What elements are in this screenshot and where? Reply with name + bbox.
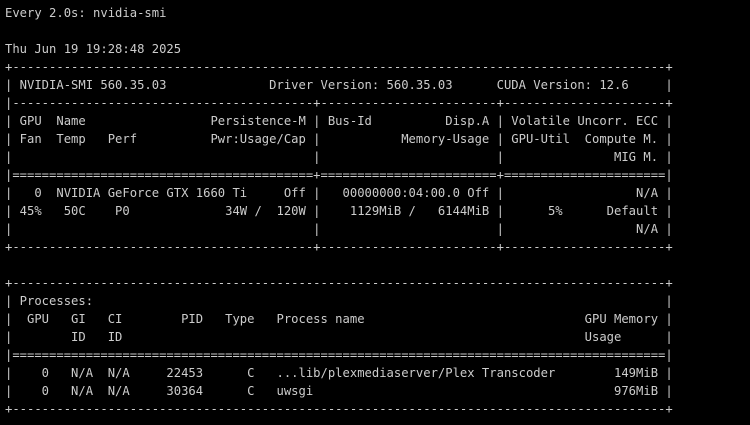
gpu-table-line: | 45% 50C P0 34W / 120W | 1129MiB / 6144…: [5, 204, 673, 218]
gpu-table-line: | | | N/A |: [5, 222, 673, 236]
process-table-line: | 0 N/A N/A 22453 C ...lib/plexmediaserv…: [5, 366, 673, 380]
process-table-line: |=======================================…: [5, 348, 673, 362]
timestamp-line: Thu Jun 19 19:28:48 2025: [5, 42, 182, 56]
gpu-table-line: +---------------------------------------…: [5, 60, 673, 74]
watch-command-line: Every 2.0s: nvidia-smi: [5, 6, 167, 20]
gpu-table-line: |=======================================…: [5, 168, 673, 182]
processes-table: +---------------------------------------…: [5, 274, 750, 418]
gpu-table-line: | 0 NVIDIA GeForce GTX 1660 Ti Off | 000…: [5, 186, 673, 200]
gpu-table-line: +---------------------------------------…: [5, 240, 673, 254]
process-table-line: +---------------------------------------…: [5, 402, 673, 416]
process-table-line: | 0 N/A N/A 30364 C uwsgi 976MiB |: [5, 384, 673, 398]
gpu-table-line: |---------------------------------------…: [5, 96, 673, 110]
terminal-window[interactable]: Every 2.0s: nvidia-smi Thu Jun 19 19:28:…: [0, 0, 750, 425]
process-table-line: | GPU GI CI PID Type Process name GPU Me…: [5, 312, 673, 326]
process-table-line: | ID ID Usage |: [5, 330, 673, 344]
gpu-table-line: | GPU Name Persistence-M | Bus-Id Disp.A…: [5, 114, 673, 128]
process-table-line: +---------------------------------------…: [5, 276, 673, 290]
process-table-line: | Processes: |: [5, 294, 673, 308]
gpu-status-table: +---------------------------------------…: [5, 58, 750, 256]
gpu-table-line: | NVIDIA-SMI 560.35.03 Driver Version: 5…: [5, 78, 673, 92]
gpu-table-line: | Fan Temp Perf Pwr:Usage/Cap | Memory-U…: [5, 132, 673, 146]
gpu-table-line: | | | MIG M. |: [5, 150, 673, 164]
